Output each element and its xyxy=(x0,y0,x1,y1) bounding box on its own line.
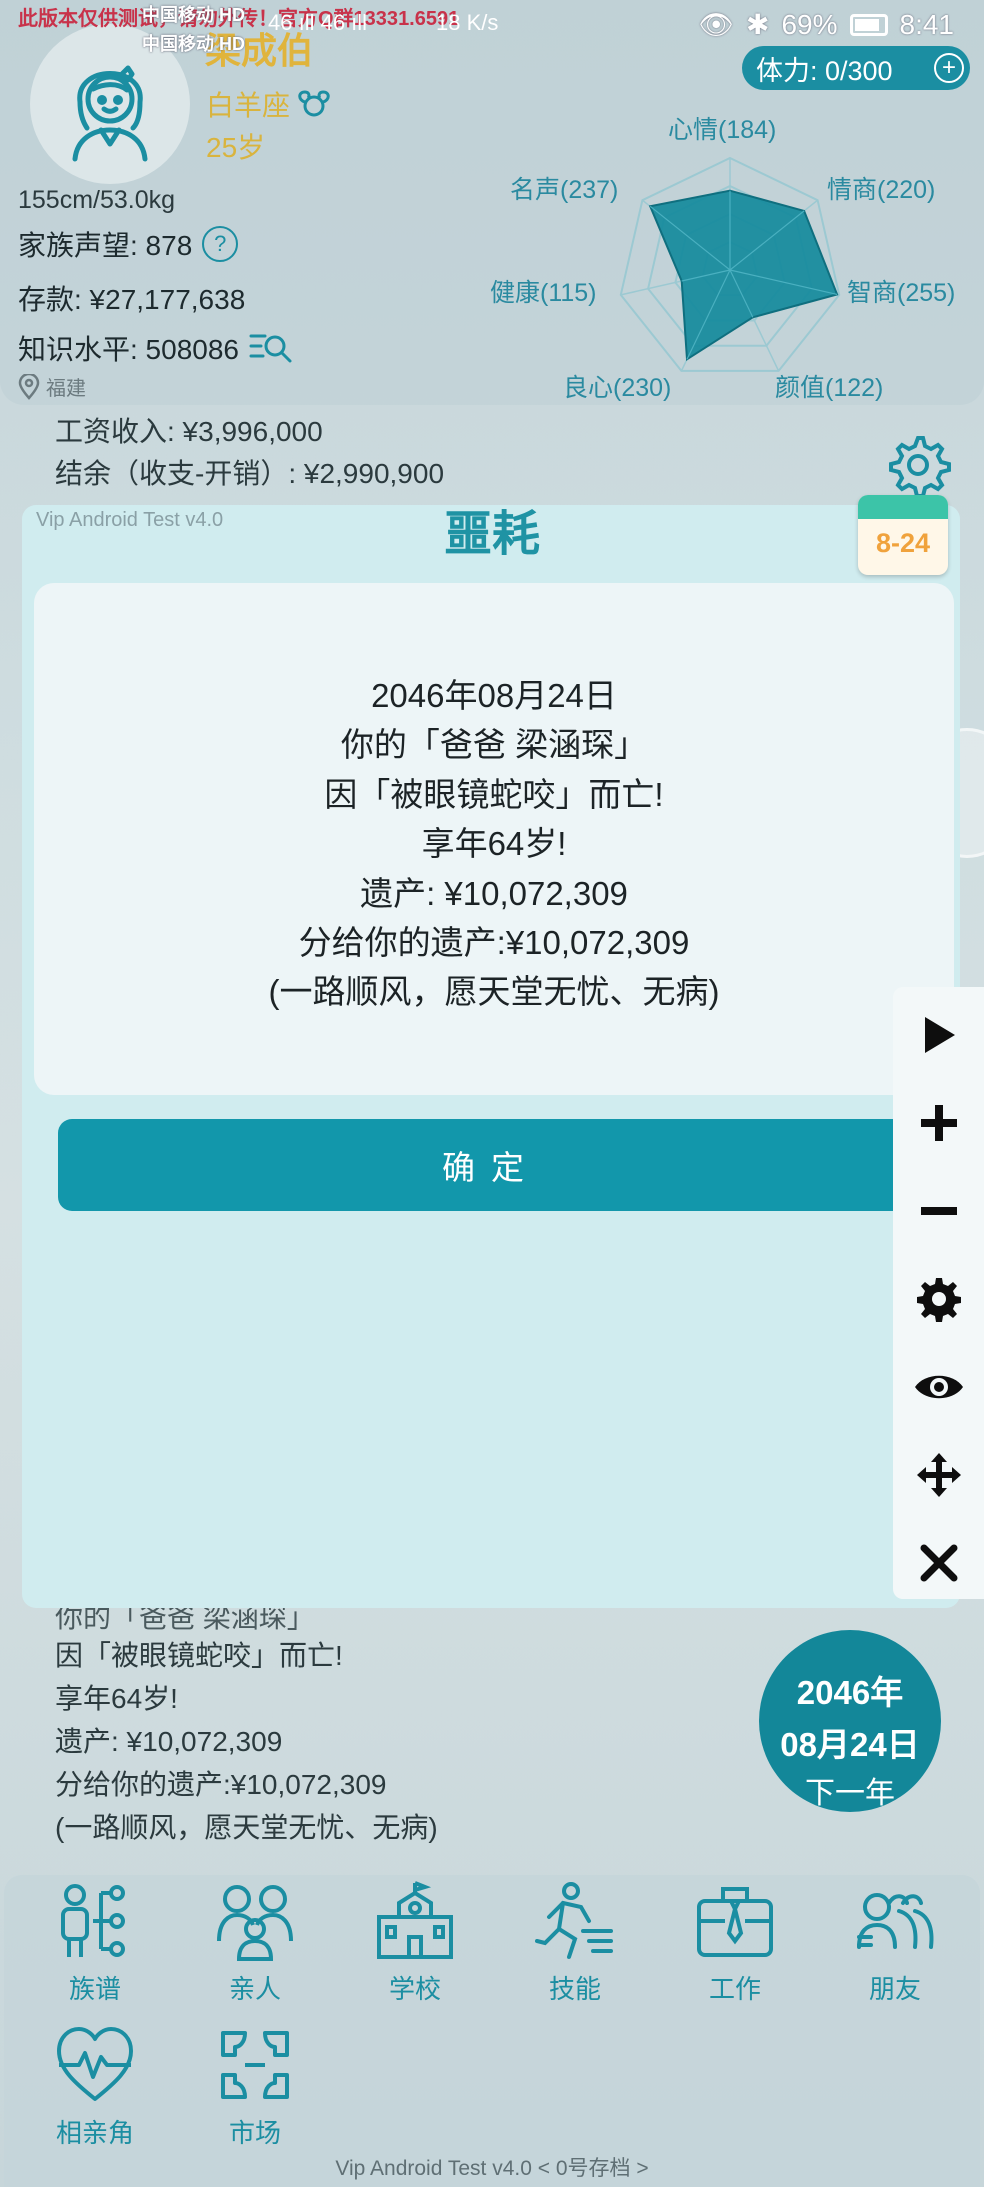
dialog-line: 享年64岁! xyxy=(421,825,567,863)
nav-item-family-tree[interactable]: 族谱 xyxy=(30,1881,160,2021)
log-line: 遗产: ¥10,072,309 xyxy=(55,1726,283,1757)
family-reputation-text: 家族声望: 878 xyxy=(18,230,193,261)
help-icon[interactable]: ? xyxy=(202,226,239,262)
nav-item-skills[interactable]: 技能 xyxy=(510,1881,640,2021)
radar-label-health: 健康(115) xyxy=(490,279,597,307)
battery-icon xyxy=(849,13,888,36)
log-line: 分给你的遗产:¥10,072,309 xyxy=(55,1769,387,1800)
height-weight: 155cm/53.0kg xyxy=(18,186,176,214)
balance-line: 结余（收支-开销）: ¥2,990,900 xyxy=(55,458,445,489)
nav-label: 技能 xyxy=(548,1974,601,2004)
footer-version: Vip Android Test v4.0 < 0号存档 > xyxy=(335,2157,649,2180)
market-icon xyxy=(221,2031,289,2099)
bottom-navigation: 族谱 亲人 学校 技能 工作 朋友 相亲角 市场 xyxy=(4,1875,980,2187)
nav-label: 相亲角 xyxy=(55,2118,134,2148)
briefcase-icon xyxy=(697,1887,773,1957)
eye-icon[interactable] xyxy=(893,1343,984,1431)
nav-label: 朋友 xyxy=(868,1974,921,2004)
knowledge: 知识水平: 508086 xyxy=(18,328,293,368)
nav-label: 学校 xyxy=(388,1974,441,2004)
nav-item-work[interactable]: 工作 xyxy=(670,1881,800,2021)
minus-icon[interactable] xyxy=(893,1167,984,1255)
dialog-line: 因「被眼镜蛇咬」而亡! xyxy=(324,775,664,813)
nav-label: 族谱 xyxy=(68,1974,121,2004)
relatives-icon xyxy=(217,1885,293,1961)
nav-item-market[interactable]: 市场 xyxy=(190,2025,320,2165)
calendar-date: 8-24 xyxy=(875,528,931,558)
close-icon[interactable] xyxy=(893,1519,984,1607)
family-reputation: 家族声望: 878 ? xyxy=(18,224,239,264)
network-speed: 18 K/s xyxy=(436,10,499,35)
carrier-2: 中国移动 HD xyxy=(142,34,245,54)
dialog-message: 2046年08月24日 你的「爸爸 梁涵琛」 因「被眼镜蛇咬」而亡! 享年64岁… xyxy=(34,583,954,1017)
signal-bars: 46 ıll 46 ıll xyxy=(268,10,368,35)
family-tree-icon xyxy=(61,1884,125,1957)
nav-item-friends[interactable]: 朋友 xyxy=(830,1881,960,2021)
radar-label-conscience: 良心(230) xyxy=(563,374,672,402)
knowledge-text: 知识水平: 508086 xyxy=(18,334,239,365)
ram-icon xyxy=(298,90,330,117)
eye-comfort-icon: 👁 xyxy=(698,9,734,40)
girl-avatar-icon xyxy=(72,65,148,162)
running-icon xyxy=(535,1882,613,1959)
school-icon xyxy=(377,1881,453,1959)
nav-item-school[interactable]: 学校 xyxy=(350,1881,480,2021)
zodiac-label: 白羊座 xyxy=(206,90,291,121)
radar-label-eq: 情商(220) xyxy=(827,176,936,204)
location-pin-icon xyxy=(18,373,40,400)
nav-item-relatives[interactable]: 亲人 xyxy=(190,1881,320,2021)
dialog-line: 2046年08月24日 xyxy=(371,677,617,714)
log-line: 因「被眼镜蛇咬」而亡! xyxy=(55,1640,343,1671)
log-line: (一路顺风，愿天堂无忧、无病) xyxy=(55,1812,438,1843)
dialog-title: 噩耗 xyxy=(443,508,540,561)
current-date: 08月24日 xyxy=(780,1726,920,1763)
profile-card: 梁成伯 白羊座 25岁 155cm/53.0kg 家族声望: 878 ? 存款:… xyxy=(0,0,984,405)
settings-gear-icon[interactable] xyxy=(885,432,951,498)
radar-label-looks: 颜值(122) xyxy=(775,374,884,402)
next-year-button[interactable]: 2046年 08月24日 下一年 xyxy=(759,1630,941,1812)
calendar-top xyxy=(858,495,948,519)
search-list-icon[interactable] xyxy=(249,330,293,366)
next-year-label: 下一年 xyxy=(805,1777,895,1810)
death-notice-dialog: Vip Android Test v4.0 噩耗 2046年08月24日 你的「… xyxy=(22,505,960,1608)
location: 福建 xyxy=(18,372,86,401)
attribute-radar-chart xyxy=(619,156,841,372)
dialog-body: 2046年08月24日 你的「爸爸 梁涵琛」 因「被眼镜蛇咬」而亡! 享年64岁… xyxy=(34,583,954,1095)
battery-percent: 69% xyxy=(781,8,838,40)
radar-label-fame: 名声(237) xyxy=(510,176,619,204)
salary-line: 工资收入: ¥3,996,000 xyxy=(55,416,323,447)
current-year: 2046年 xyxy=(796,1674,904,1711)
gear-icon[interactable] xyxy=(893,1255,984,1343)
dialog-line: (一路顺风，愿天堂无忧、无病) xyxy=(268,973,720,1011)
bluetooth-icon: ✱ xyxy=(745,9,770,40)
dialog-line: 遗产: ¥10,072,309 xyxy=(360,874,628,912)
calendar-date-badge[interactable]: 8-24 xyxy=(858,495,948,575)
nav-label: 市场 xyxy=(228,2118,281,2148)
radar-label-iq: 智商(255) xyxy=(847,279,956,307)
age: 25岁 xyxy=(206,132,266,163)
carrier-1: 中国移动 HD xyxy=(142,5,245,25)
zodiac: 白羊座 xyxy=(206,84,332,124)
log-line: 享年64岁! xyxy=(55,1683,178,1714)
nav-label: 亲人 xyxy=(228,1974,281,2004)
play-icon[interactable] xyxy=(893,991,984,1079)
move-icon[interactable] xyxy=(893,1431,984,1519)
dialog-line: 分给你的遗产:¥10,072,309 xyxy=(298,924,690,962)
floating-toolbar xyxy=(893,987,984,1599)
radar-label-mood: 心情(184) xyxy=(668,116,777,144)
add-stamina-icon[interactable]: + xyxy=(934,53,964,83)
confirm-button[interactable]: 确定 xyxy=(58,1119,924,1211)
status-right: 👁 ✱ 69% 8:41 xyxy=(698,8,954,41)
friends-icon xyxy=(857,1893,934,1949)
savings: 存款: ¥27,177,638 xyxy=(18,284,246,315)
dialog-line: 你的「爸爸 梁涵琛」 xyxy=(340,726,648,764)
location-text: 福建 xyxy=(46,378,86,400)
status-bar: 此版本仅供测试，请勿外传！官方Q群13331.6591 中国移动 HD 中国移动… xyxy=(0,0,984,56)
nav-item-matchmaking[interactable]: 相亲角 xyxy=(30,2025,160,2165)
nav-label: 工作 xyxy=(708,1974,761,2004)
clock: 8:41 xyxy=(899,8,955,40)
plus-icon[interactable] xyxy=(893,1079,984,1167)
heartbeat-icon xyxy=(57,2027,133,2101)
